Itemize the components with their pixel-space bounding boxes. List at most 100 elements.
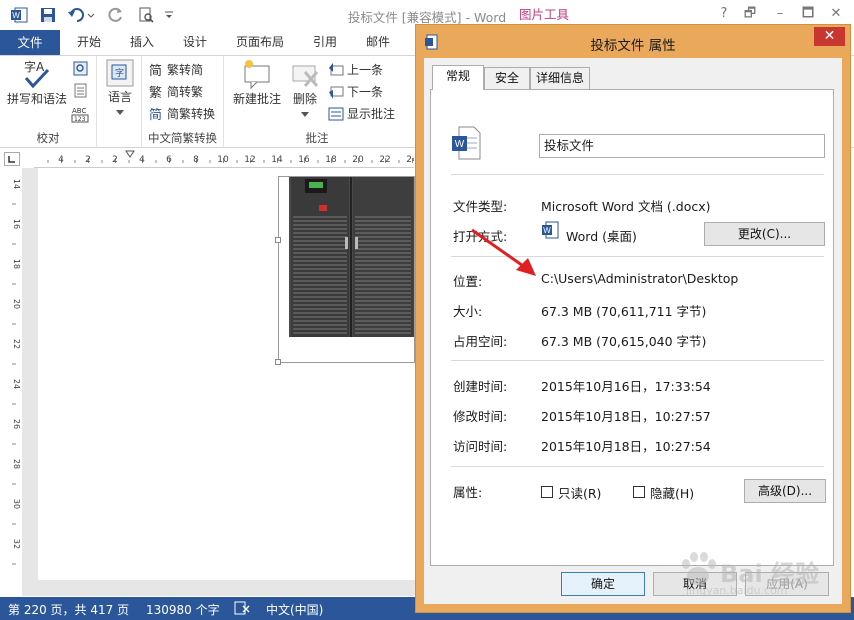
ruler-number: 18 xyxy=(12,259,21,269)
readonly-checkbox[interactable] xyxy=(541,486,553,498)
traditional-to-simplified-button[interactable]: 简 繁转简 xyxy=(148,61,203,78)
ruler-number: 12 xyxy=(244,155,255,165)
readonly-label[interactable]: 只读(R) xyxy=(558,483,601,502)
ruler-number: 16 xyxy=(298,155,310,165)
chinese-conversion-button[interactable]: 简 简繁转换 xyxy=(148,105,215,122)
show-comments-icon xyxy=(328,106,344,122)
advanced-button[interactable]: 高级(D)... xyxy=(744,479,826,503)
horizontal-ruler[interactable]: 4224681012141618202224 xyxy=(34,150,440,168)
word-count[interactable]: 130980 个字 xyxy=(146,601,220,618)
research-button[interactable] xyxy=(73,61,88,76)
tab-design[interactable]: 设计 xyxy=(183,30,207,55)
dialog-client-area: 常规 安全 详细信息 W 投标文件 文件类型: Microsoft Word 文… xyxy=(424,58,842,604)
ruler-number: 28 xyxy=(12,459,21,469)
research-icon xyxy=(73,61,88,76)
ruler-number: 4 xyxy=(58,155,64,165)
horizontal-ruler-scale: 4224681012141618202224 xyxy=(47,150,440,165)
watermark-url: jingyan.baidu.com xyxy=(686,584,788,597)
thesaurus-button[interactable] xyxy=(73,83,88,98)
new-comment-icon xyxy=(241,58,273,90)
ok-button[interactable]: 确定 xyxy=(561,572,645,596)
word-count-button[interactable]: ABC 123 xyxy=(71,105,89,123)
ruler-number: 22 xyxy=(12,339,21,349)
opens-with-value: Word (桌面) xyxy=(566,229,637,244)
maximize-button[interactable]: 🗖 xyxy=(798,5,818,23)
tab-details[interactable]: 详细信息 xyxy=(530,67,590,89)
attributes-label: 属性: xyxy=(453,485,483,500)
minimize-button[interactable]: – xyxy=(770,5,790,23)
vertical-ruler[interactable]: 14 16 18 20 22 24 26 28 30 32 xyxy=(6,172,22,592)
ruler-number: 2 xyxy=(112,155,118,165)
traditional-to-simplified-icon: 简 xyxy=(148,62,164,78)
new-comment-button[interactable]: 新建批注 xyxy=(228,58,286,107)
hidden-label[interactable]: 隐藏(H) xyxy=(650,483,694,502)
group-comments: 新建批注 删除 上一条 下一条 显示批注 批注 xyxy=(224,56,410,148)
next-comment-label: 下一条 xyxy=(347,85,384,99)
svg-text:字A: 字A xyxy=(24,59,45,74)
svg-text:123: 123 xyxy=(74,116,86,123)
chinese-conversion-group-label: 中文简繁转换 xyxy=(148,131,217,145)
selected-picture[interactable] xyxy=(275,176,415,365)
resize-handle-bottom-left[interactable] xyxy=(275,359,281,365)
previous-comment-button[interactable]: 上一条 xyxy=(328,61,383,78)
dialog-title: 投标文件 属性 xyxy=(590,38,676,54)
delete-comment-button[interactable]: 删除 xyxy=(288,58,322,121)
language-button[interactable]: 字 语言 xyxy=(101,58,139,119)
accessed-label: 访问时间: xyxy=(453,439,508,454)
svg-text:简: 简 xyxy=(149,107,162,122)
tab-insert[interactable]: 插入 xyxy=(130,30,154,55)
show-comments-button[interactable]: 显示批注 xyxy=(328,105,395,122)
size-on-disk-label: 占用空间: xyxy=(453,334,508,349)
tab-mailings[interactable]: 邮件 xyxy=(366,30,390,55)
ruler-number: 18 xyxy=(325,155,337,165)
separator xyxy=(451,174,824,175)
language-status[interactable]: 中文(中国) xyxy=(266,601,323,618)
word-count-icon: ABC 123 xyxy=(71,105,89,123)
help-button[interactable]: ? xyxy=(714,5,734,23)
simplified-to-traditional-icon: 繁 xyxy=(148,84,164,100)
tab-selector[interactable] xyxy=(4,152,20,166)
tab-home[interactable]: 开始 xyxy=(77,30,101,55)
thesaurus-icon xyxy=(73,83,88,98)
ruler-number: 24 xyxy=(12,379,21,389)
size-label: 大小: xyxy=(453,304,483,319)
ribbon-display-options-button[interactable]: 🗗 xyxy=(740,5,760,23)
chinese-conversion-icon: 简 xyxy=(148,106,164,122)
tab-references[interactable]: 引用 xyxy=(313,30,337,55)
simplified-to-traditional-button[interactable]: 繁 简转繁 xyxy=(148,83,203,100)
indent-marker-icon[interactable] xyxy=(125,150,135,158)
delete-comment-label: 删除 xyxy=(292,92,317,106)
tab-page-layout[interactable]: 页面布局 xyxy=(236,30,284,55)
accessed-value: 2015年10月18日，10:27:54 xyxy=(541,439,711,454)
ruler-number: 20 xyxy=(352,155,364,165)
dialog-titlebar[interactable]: 投标文件 属性 ✕ xyxy=(416,25,850,58)
word-close-button[interactable]: ✕ xyxy=(826,5,846,23)
change-button[interactable]: 更改(C)... xyxy=(704,222,825,246)
ruler-number: 20 xyxy=(12,299,21,309)
page-count[interactable]: 第 220 页，共 417 页 xyxy=(8,601,129,618)
vertical-ruler-scale: 14 16 18 20 22 24 26 28 30 32 xyxy=(12,179,21,565)
word-app-small-icon: W xyxy=(541,221,559,242)
simplified-to-traditional-label: 简转繁 xyxy=(167,85,204,99)
traditional-to-simplified-label: 繁转简 xyxy=(167,63,204,77)
file-name-input[interactable]: 投标文件 xyxy=(539,134,825,158)
ruler-number: 4 xyxy=(139,155,145,165)
ruler-number: 30 xyxy=(12,499,21,509)
resize-handle-left[interactable] xyxy=(275,237,281,243)
new-comment-label: 新建批注 xyxy=(232,92,281,106)
tab-file[interactable]: 文件 xyxy=(0,30,60,55)
tab-security[interactable]: 安全 xyxy=(484,67,530,89)
ruler-number: 24 xyxy=(406,155,414,165)
hidden-checkbox[interactable] xyxy=(633,486,645,498)
group-chinese-conversion: 简 繁转简 繁 简转繁 简 简繁转换 中文简繁转换 xyxy=(142,56,224,148)
dialog-close-button[interactable]: ✕ xyxy=(814,27,845,46)
group-language: 字 语言 xyxy=(97,56,142,148)
proofing-status-icon[interactable] xyxy=(234,601,250,618)
spelling-grammar-label: 拼写和语法 xyxy=(6,92,67,106)
delete-comment-icon xyxy=(289,58,321,90)
tab-general[interactable]: 常规 xyxy=(432,65,484,90)
modified-value: 2015年10月18日，10:27:57 xyxy=(541,409,711,424)
next-comment-button[interactable]: 下一条 xyxy=(328,83,383,100)
svg-text:W: W xyxy=(543,226,551,235)
spelling-grammar-button[interactable]: 字A 拼写和语法 xyxy=(6,58,68,107)
